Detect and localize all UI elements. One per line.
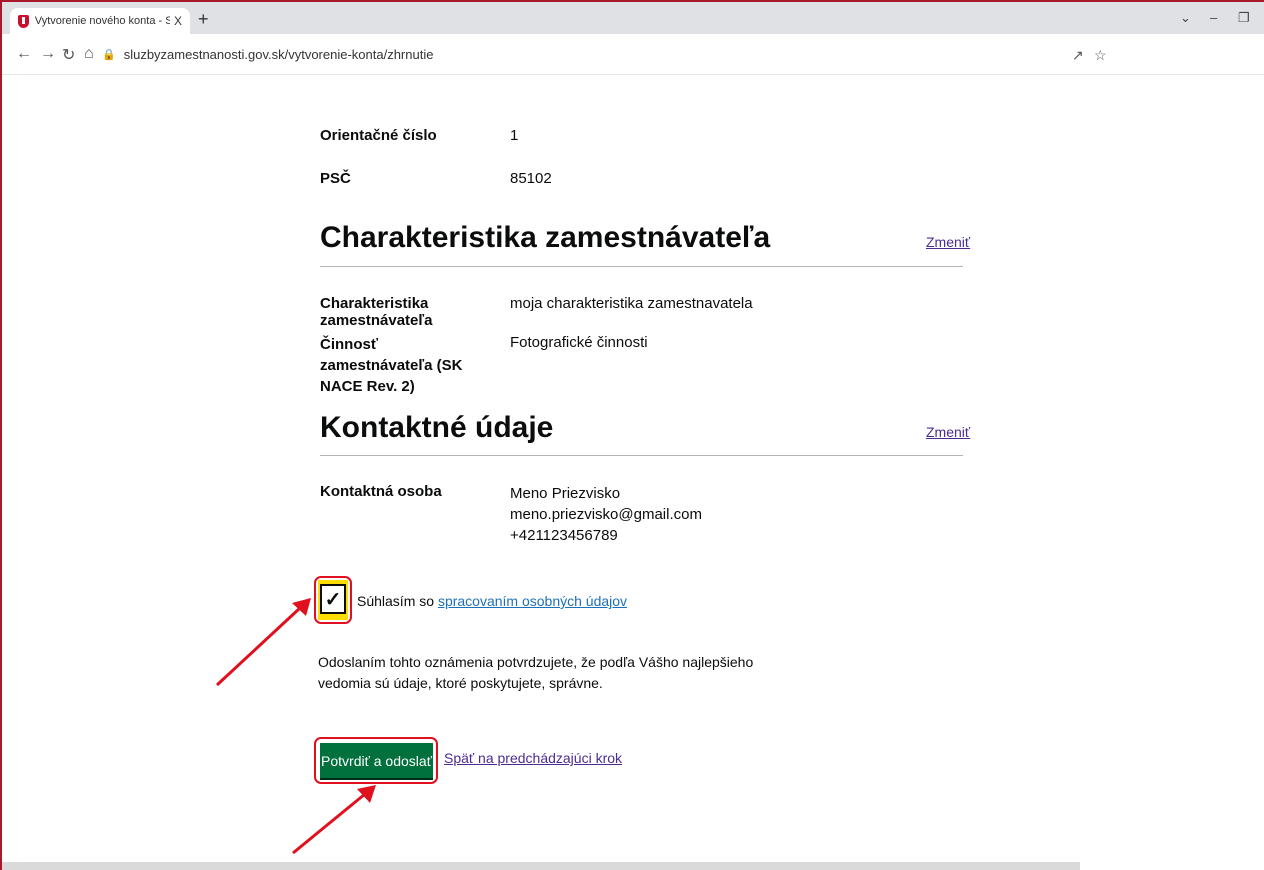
annotation-arrows bbox=[215, 598, 376, 855]
red-arrow-icon bbox=[215, 598, 311, 687]
red-arrow-icon bbox=[292, 785, 376, 855]
horizontal-scrollbar[interactable] bbox=[2, 862, 1080, 870]
